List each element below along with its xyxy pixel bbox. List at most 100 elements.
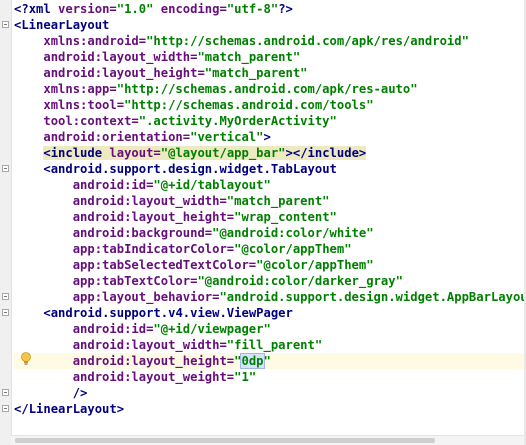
- editor-gutter[interactable]: [0, 0, 12, 445]
- fold-marker-icon[interactable]: [2, 309, 9, 316]
- code-line[interactable]: android:layout_width="match_parent": [14, 49, 526, 65]
- fold-marker-icon[interactable]: [2, 293, 9, 300]
- code-token: app:tabIndicatorColor=: [72, 242, 235, 256]
- code-token: android:orientation=: [43, 130, 191, 144]
- code-line[interactable]: <include layout="@layout/app_bar"></incl…: [14, 145, 526, 161]
- code-line[interactable]: app:tabIndicatorColor="@color/appThem": [14, 241, 526, 257]
- fold-marker-icon[interactable]: [2, 165, 9, 172]
- code-line[interactable]: <?xml version="1.0" encoding="utf-8"?>: [14, 1, 526, 17]
- code-token: />: [72, 386, 88, 400]
- code-token: tool:context=: [43, 114, 139, 128]
- code-line[interactable]: android:layout_weight="1": [14, 369, 526, 385]
- code-line[interactable]: android:layout_height="wrap_content": [14, 209, 526, 225]
- code-token: <?: [14, 2, 29, 16]
- code-line[interactable]: <LinearLayout: [14, 17, 526, 33]
- code-token: app:layout_behavior=: [72, 290, 220, 304]
- fold-marker-icon[interactable]: [2, 21, 9, 28]
- code-token: android:layout_weight=: [72, 370, 235, 384]
- code-token: encoding=: [160, 2, 227, 16]
- code-token: android:id=: [72, 178, 154, 192]
- code-line[interactable]: tool:context=".activity.MyOrderActivity": [14, 113, 526, 129]
- code-token: ".activity.MyOrderActivity": [138, 114, 337, 128]
- code-token: "http://schemas.android.com/apk/res/andr…: [146, 34, 469, 48]
- code-token: ": [263, 354, 271, 368]
- code-token: LinearLayout: [21, 18, 110, 32]
- code-line[interactable]: xmlns:tool="http://schemas.android.com/t…: [14, 97, 526, 113]
- code-token: "@color/appThem": [234, 242, 352, 256]
- code-line[interactable]: app:tabSelectedTextColor="@color/appThem…: [14, 257, 526, 273]
- code-line[interactable]: app:layout_behavior="android.support.des…: [14, 289, 526, 305]
- code-token: <: [43, 162, 51, 176]
- scrollbar-thumb[interactable]: [15, 438, 435, 443]
- code-token: xmlns:app=: [43, 82, 117, 96]
- code-token: LinearLayout: [28, 402, 117, 416]
- code-line[interactable]: xmlns:app="http://schemas.android.com/ap…: [14, 81, 526, 97]
- code-token: android:id=: [72, 322, 154, 336]
- code-token: xmlns:android=: [43, 34, 147, 48]
- code-token: version=: [58, 2, 117, 16]
- selected-text: 0dp: [240, 353, 265, 369]
- code-token: "utf-8": [226, 2, 279, 16]
- code-token: "http://schemas.android.com/tools": [124, 98, 374, 112]
- code-token: "match_parent": [204, 66, 308, 80]
- code-token: "1": [234, 370, 257, 384]
- code-token: "@android:color/darker_gray": [197, 274, 403, 288]
- code-token: ></: [285, 146, 308, 160]
- code-token: "wrap_content": [234, 210, 337, 224]
- code-line[interactable]: xmlns:android="http://schemas.android.co…: [14, 33, 526, 49]
- code-line[interactable]: android:orientation="vertical">: [14, 129, 526, 145]
- fold-marker-icon[interactable]: [2, 405, 9, 412]
- code-token: xml: [28, 2, 59, 16]
- code-line[interactable]: <android.support.design.widget.TabLayout: [14, 161, 526, 177]
- code-token: "@+id/tablayout": [153, 178, 271, 192]
- code-token: android:layout_height=: [72, 354, 235, 368]
- code-line[interactable]: />: [14, 385, 526, 401]
- code-token: android:layout_width=: [43, 50, 198, 64]
- code-line[interactable]: android:background="@android:color/white…: [14, 225, 526, 241]
- intention-bulb-icon[interactable]: [20, 352, 32, 366]
- code-line[interactable]: </LinearLayout>: [14, 401, 526, 417]
- code-token: <: [43, 146, 51, 160]
- code-token: "android.support.design.widget.AppBarLay…: [219, 290, 526, 304]
- code-token: "match_parent": [226, 194, 330, 208]
- code-token: "@color/appThem": [256, 258, 374, 272]
- code-line[interactable]: android:layout_height="0dp": [14, 353, 526, 369]
- horizontal-scrollbar[interactable]: [11, 435, 526, 445]
- code-line[interactable]: android:id="@+id/tablayout": [14, 177, 526, 193]
- code-line[interactable]: <android.support.v4.view.ViewPager: [14, 305, 526, 321]
- code-token: ?>: [278, 2, 293, 16]
- code-token: android:background=: [72, 226, 213, 240]
- code-token: "match_parent": [197, 50, 301, 64]
- code-token: android:layout_width=: [72, 338, 227, 352]
- fold-marker-icon[interactable]: [2, 389, 9, 396]
- code-editor[interactable]: <?xml version="1.0" encoding="utf-8"?> <L…: [0, 0, 526, 445]
- code-token: android:layout_height=: [43, 66, 205, 80]
- code-line[interactable]: android:layout_width="fill_parent": [14, 337, 526, 353]
- code-line[interactable]: android:layout_width="match_parent": [14, 193, 526, 209]
- code-token: android.support.v4.view.ViewPager: [50, 306, 293, 320]
- code-token: app:tabSelectedTextColor=: [72, 258, 257, 272]
- code-token: <: [43, 306, 51, 320]
- code-line[interactable]: android:layout_height="match_parent": [14, 65, 526, 81]
- code-line[interactable]: app:tabTextColor="@android:color/darker_…: [14, 273, 526, 289]
- code-token: </: [14, 402, 29, 416]
- code-line[interactable]: android:id="@+id/viewpager": [14, 321, 526, 337]
